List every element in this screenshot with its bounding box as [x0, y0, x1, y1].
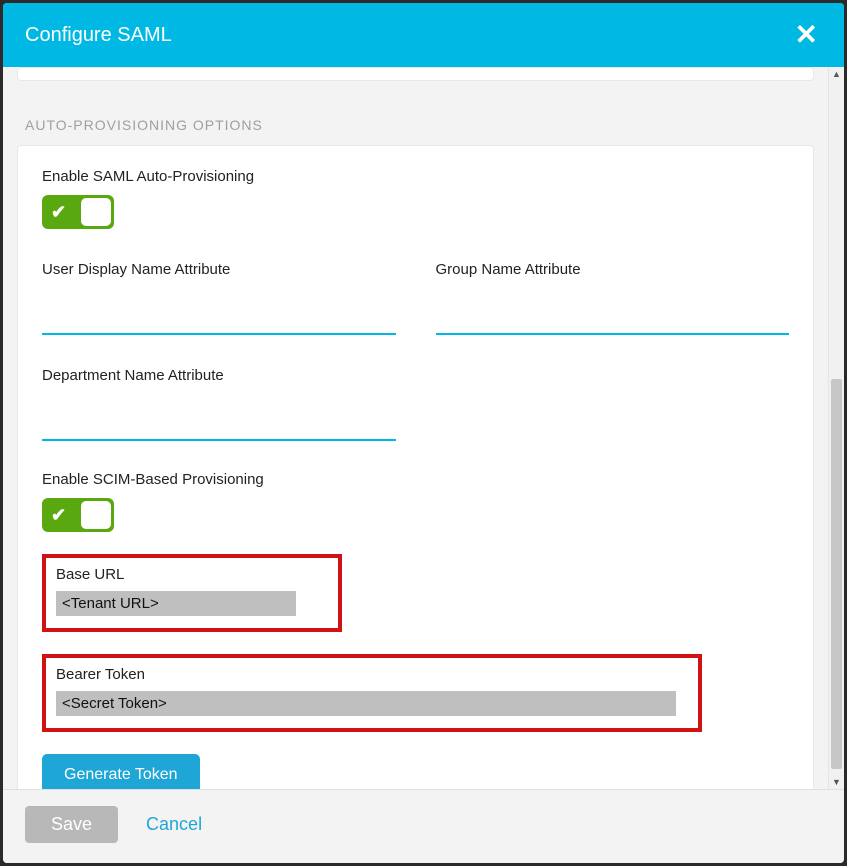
check-icon: ✔ [51, 506, 66, 524]
base-url-label: Base URL [56, 566, 328, 583]
group-name-input[interactable] [436, 302, 790, 335]
enable-scim-toggle[interactable]: ✔ [42, 498, 114, 532]
vertical-scrollbar[interactable]: ▲ ▼ [828, 67, 844, 789]
scroll-down-icon[interactable]: ▼ [829, 775, 844, 789]
cancel-button[interactable]: Cancel [146, 814, 202, 835]
dialog-scroll-area[interactable]: AUTO-PROVISIONING OPTIONS Enable SAML Au… [3, 67, 828, 789]
department-name-label: Department Name Attribute [42, 367, 396, 384]
dialog-header: Configure SAML ✕ [3, 3, 844, 67]
group-name-label: Group Name Attribute [436, 261, 790, 278]
dialog-body: AUTO-PROVISIONING OPTIONS Enable SAML Au… [3, 67, 844, 789]
dialog-title: Configure SAML [25, 24, 172, 47]
bearer-token-field[interactable] [56, 691, 676, 716]
auto-provisioning-card: Enable SAML Auto-Provisioning ✔ User Dis… [17, 145, 814, 789]
scroll-up-icon[interactable]: ▲ [829, 67, 844, 81]
check-icon: ✔ [51, 203, 66, 221]
section-title-auto-provisioning: AUTO-PROVISIONING OPTIONS [25, 117, 814, 133]
enable-saml-label: Enable SAML Auto-Provisioning [42, 168, 789, 185]
dialog-footer: Save Cancel [3, 789, 844, 863]
toggle-knob [81, 501, 111, 529]
save-button[interactable]: Save [25, 806, 118, 843]
configure-saml-dialog: Configure SAML ✕ AUTO-PROVISIONING OPTIO… [3, 3, 844, 863]
base-url-highlight: Base URL [42, 554, 342, 632]
bearer-token-highlight: Bearer Token [42, 654, 702, 732]
toggle-knob [81, 198, 111, 226]
previous-section-card [17, 67, 814, 81]
scroll-thumb[interactable] [831, 379, 842, 769]
enable-scim-label: Enable SCIM-Based Provisioning [42, 471, 789, 488]
base-url-field[interactable] [56, 591, 296, 616]
department-name-input[interactable] [42, 408, 396, 441]
generate-token-button[interactable]: Generate Token [42, 754, 200, 789]
user-display-name-label: User Display Name Attribute [42, 261, 396, 278]
close-icon[interactable]: ✕ [791, 21, 822, 49]
user-display-name-input[interactable] [42, 302, 396, 335]
enable-saml-toggle[interactable]: ✔ [42, 195, 114, 229]
bearer-token-label: Bearer Token [56, 666, 688, 683]
